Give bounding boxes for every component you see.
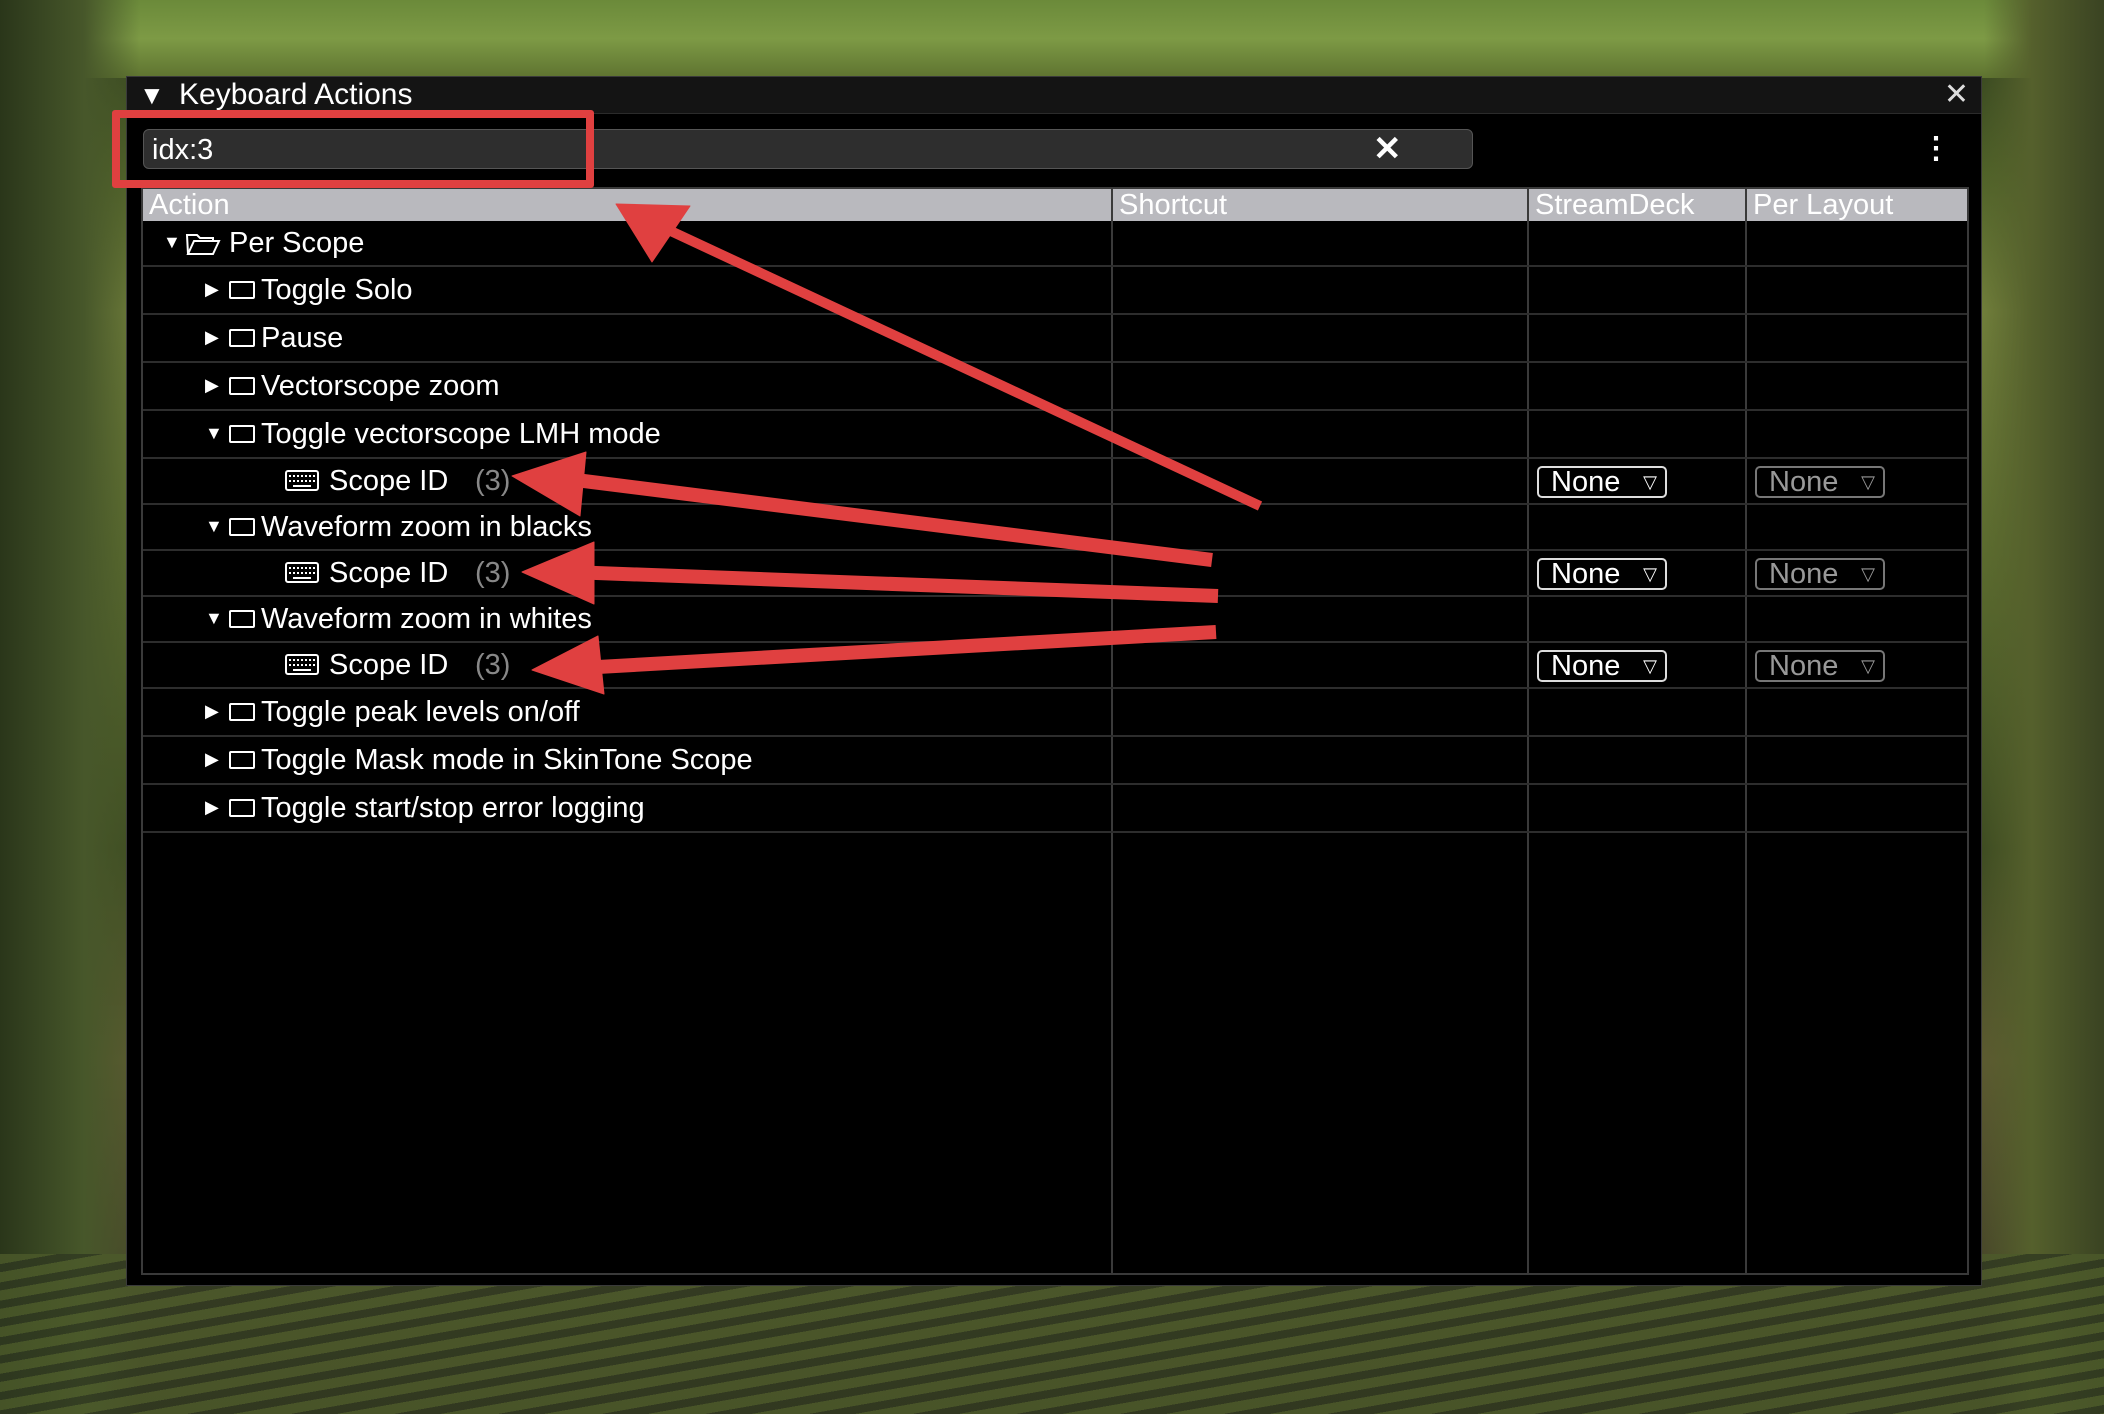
annotation-arrows [511,203,1263,695]
